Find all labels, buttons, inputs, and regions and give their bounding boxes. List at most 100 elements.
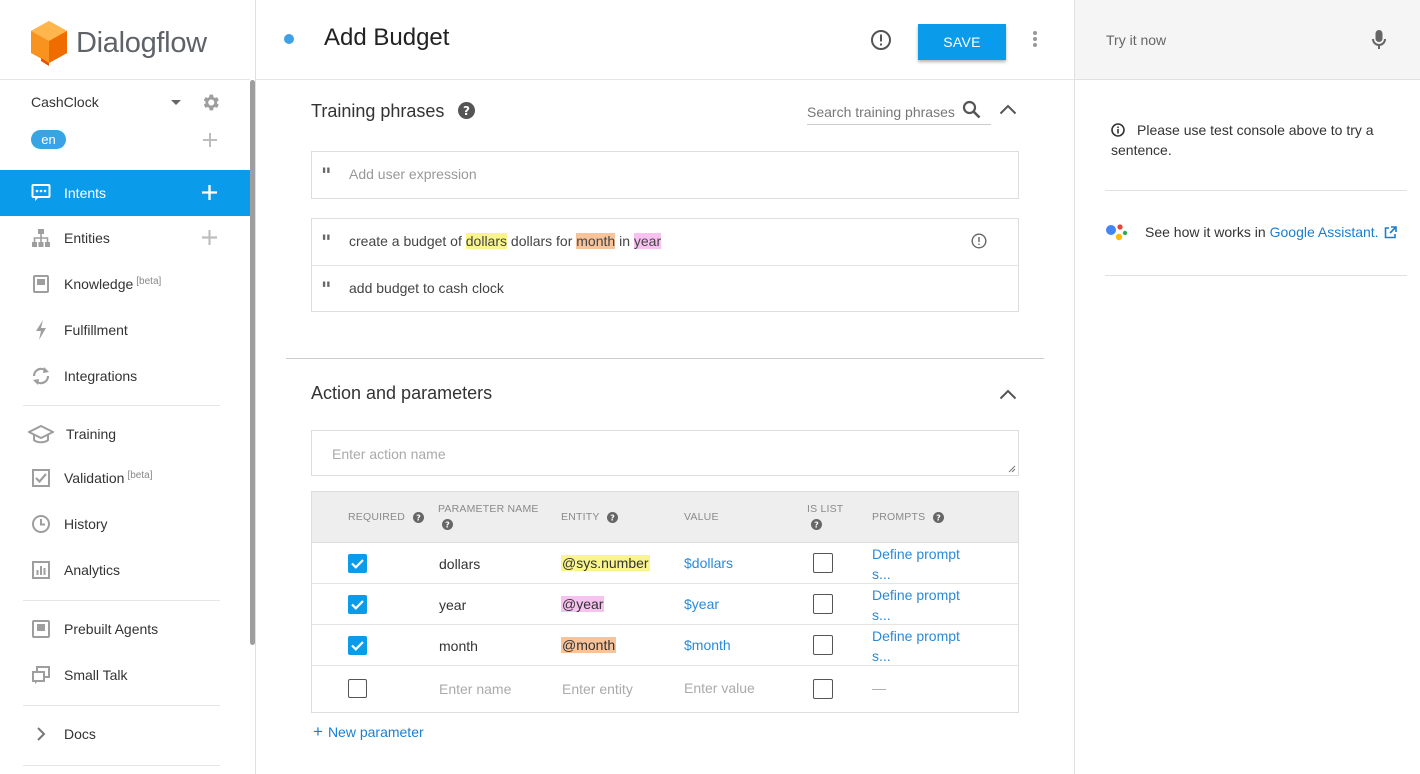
caret-down-icon[interactable] bbox=[170, 99, 182, 107]
add-expression-box[interactable]: " Add user expression bbox=[311, 151, 1019, 199]
required-checkbox[interactable] bbox=[348, 554, 367, 573]
define-prompts-link[interactable]: Define prompt s... bbox=[872, 544, 972, 584]
info-icon[interactable] bbox=[870, 29, 892, 51]
sidebar-item-entities[interactable]: Entities bbox=[0, 215, 250, 261]
sidebar-item-label: Validation bbox=[64, 470, 125, 486]
parameter-name[interactable]: month bbox=[439, 638, 478, 654]
search-icon[interactable] bbox=[962, 100, 981, 119]
sidebar-item-knowledge[interactable]: Knowledge [beta] bbox=[0, 261, 250, 307]
phrase-segment: in bbox=[615, 233, 634, 249]
help-icon[interactable]: ? bbox=[933, 511, 945, 523]
training-phrase[interactable]: " create a budget of dollars dollars for… bbox=[312, 219, 1018, 265]
try-it-input[interactable]: Try it now bbox=[1106, 32, 1166, 48]
parameter-value[interactable]: $month bbox=[684, 637, 731, 653]
sidebar-item-intents[interactable]: Intents bbox=[0, 170, 250, 216]
more-vert-icon[interactable] bbox=[1032, 30, 1038, 48]
phrase-text[interactable]: create a budget of dollars dollars for m… bbox=[349, 233, 662, 249]
required-checkbox[interactable] bbox=[348, 636, 367, 655]
parameter-entity[interactable]: @sys.number bbox=[561, 555, 650, 571]
agent-selector[interactable]: CashClock bbox=[31, 94, 99, 110]
dialogflow-logo[interactable]: Dialogflow bbox=[30, 20, 207, 66]
action-name-input[interactable]: Enter action name bbox=[311, 430, 1019, 476]
define-prompts-link[interactable]: Define prompt s... bbox=[872, 585, 972, 625]
divider bbox=[23, 705, 220, 706]
add-expression-input[interactable]: " Add user expression bbox=[312, 152, 1018, 198]
chevron-up-icon[interactable] bbox=[999, 104, 1017, 115]
entity-annotation[interactable]: year bbox=[633, 233, 662, 249]
parameter-value-input[interactable]: Enter value bbox=[684, 680, 755, 696]
help-icon[interactable]: ? bbox=[442, 519, 453, 530]
resize-grip-icon[interactable] bbox=[1008, 465, 1016, 473]
svg-text:?: ? bbox=[463, 104, 470, 118]
is-list-checkbox[interactable] bbox=[813, 635, 833, 655]
sidebar-item-prebuilt-agents[interactable]: Prebuilt Agents bbox=[0, 606, 250, 652]
sidebar-item-label: Integrations bbox=[64, 368, 138, 384]
sidebar-item-label: Analytics bbox=[64, 562, 121, 578]
prompt-text: Define prompt bbox=[872, 628, 960, 644]
sidebar-item-small-talk[interactable]: Small Talk bbox=[0, 652, 250, 698]
prompt-placeholder: — bbox=[872, 680, 886, 696]
required-checkbox[interactable] bbox=[348, 679, 367, 698]
help-icon[interactable]: ? bbox=[607, 511, 619, 523]
sidebar-item-analytics[interactable]: Analytics bbox=[0, 547, 250, 593]
warning-icon[interactable] bbox=[971, 233, 987, 249]
parameter-entity[interactable]: @year bbox=[561, 596, 605, 612]
quote-icon: " bbox=[321, 230, 332, 254]
header-label: IS LIST bbox=[807, 503, 844, 515]
parameter-name[interactable]: year bbox=[439, 597, 466, 613]
required-checkbox[interactable] bbox=[348, 595, 367, 614]
divider bbox=[23, 765, 220, 766]
help-icon[interactable]: ? bbox=[458, 102, 475, 119]
sidebar-item-training[interactable]: Training bbox=[0, 411, 250, 457]
clock-icon bbox=[30, 513, 52, 535]
divider bbox=[23, 405, 220, 406]
chevron-up-icon[interactable] bbox=[999, 389, 1017, 400]
training-phrase[interactable]: " add budget to cash clock bbox=[312, 265, 1018, 311]
google-assistant-link[interactable]: Google Assistant. bbox=[1270, 224, 1379, 240]
header-label: REQUIRED bbox=[348, 511, 406, 523]
training-phrase-search[interactable]: Search training phrases bbox=[807, 97, 991, 125]
is-list-checkbox[interactable] bbox=[813, 679, 833, 699]
new-parameter-link[interactable]: + New parameter bbox=[313, 722, 424, 742]
save-button[interactable]: SAVE bbox=[918, 24, 1006, 60]
sidebar-item-history[interactable]: History bbox=[0, 501, 250, 547]
sidebar-item-validation[interactable]: Validation [beta] bbox=[0, 455, 250, 501]
entity-annotation[interactable]: dollars bbox=[465, 233, 508, 249]
external-link-icon[interactable] bbox=[1384, 225, 1397, 239]
sidebar-item-docs[interactable]: Docs bbox=[0, 711, 250, 757]
sidebar-item-label: History bbox=[64, 516, 108, 532]
parameter-value[interactable]: $year bbox=[684, 596, 719, 612]
is-list-checkbox[interactable] bbox=[813, 553, 833, 573]
column-header-required: REQUIRED ? bbox=[348, 511, 425, 523]
entity-annotation[interactable]: month bbox=[576, 233, 616, 249]
parameter-entity-input[interactable]: Enter entity bbox=[561, 681, 634, 697]
add-entity-icon[interactable] bbox=[202, 230, 217, 245]
divider bbox=[23, 600, 220, 601]
sidebar-scrollbar[interactable] bbox=[250, 80, 255, 645]
action-parameters-title: Action and parameters bbox=[311, 383, 493, 403]
quote-icon: " bbox=[321, 163, 332, 187]
intent-name[interactable]: Add Budget bbox=[324, 24, 449, 52]
column-header-parameter-name: PARAMETER NAME ? bbox=[438, 503, 548, 530]
parameter-entity[interactable]: @month bbox=[561, 637, 617, 653]
add-intent-icon[interactable] bbox=[202, 185, 217, 200]
gear-icon[interactable] bbox=[200, 92, 221, 113]
microphone-icon[interactable] bbox=[1372, 29, 1386, 51]
table-row: year @year $year Define prompt s... bbox=[312, 584, 1018, 625]
parameter-name-input[interactable]: Enter name bbox=[439, 681, 511, 697]
parameter-name[interactable]: dollars bbox=[439, 556, 480, 572]
sidebar-item-fulfillment[interactable]: Fulfillment bbox=[0, 307, 250, 353]
phrase-text[interactable]: add budget to cash clock bbox=[349, 280, 504, 296]
help-icon[interactable]: ? bbox=[811, 519, 822, 530]
agent-book-icon bbox=[30, 618, 52, 640]
sidebar-item-integrations[interactable]: Integrations bbox=[0, 353, 250, 399]
language-chip[interactable]: en bbox=[31, 130, 66, 149]
define-prompts-link[interactable]: Define prompt s... bbox=[872, 626, 972, 666]
plus-icon: + bbox=[313, 722, 323, 741]
hierarchy-icon bbox=[30, 227, 52, 249]
beta-badge: [beta] bbox=[136, 275, 162, 287]
help-icon[interactable]: ? bbox=[413, 511, 425, 523]
parameter-value[interactable]: $dollars bbox=[684, 555, 733, 571]
add-language-icon[interactable] bbox=[203, 133, 217, 147]
is-list-checkbox[interactable] bbox=[813, 594, 833, 614]
